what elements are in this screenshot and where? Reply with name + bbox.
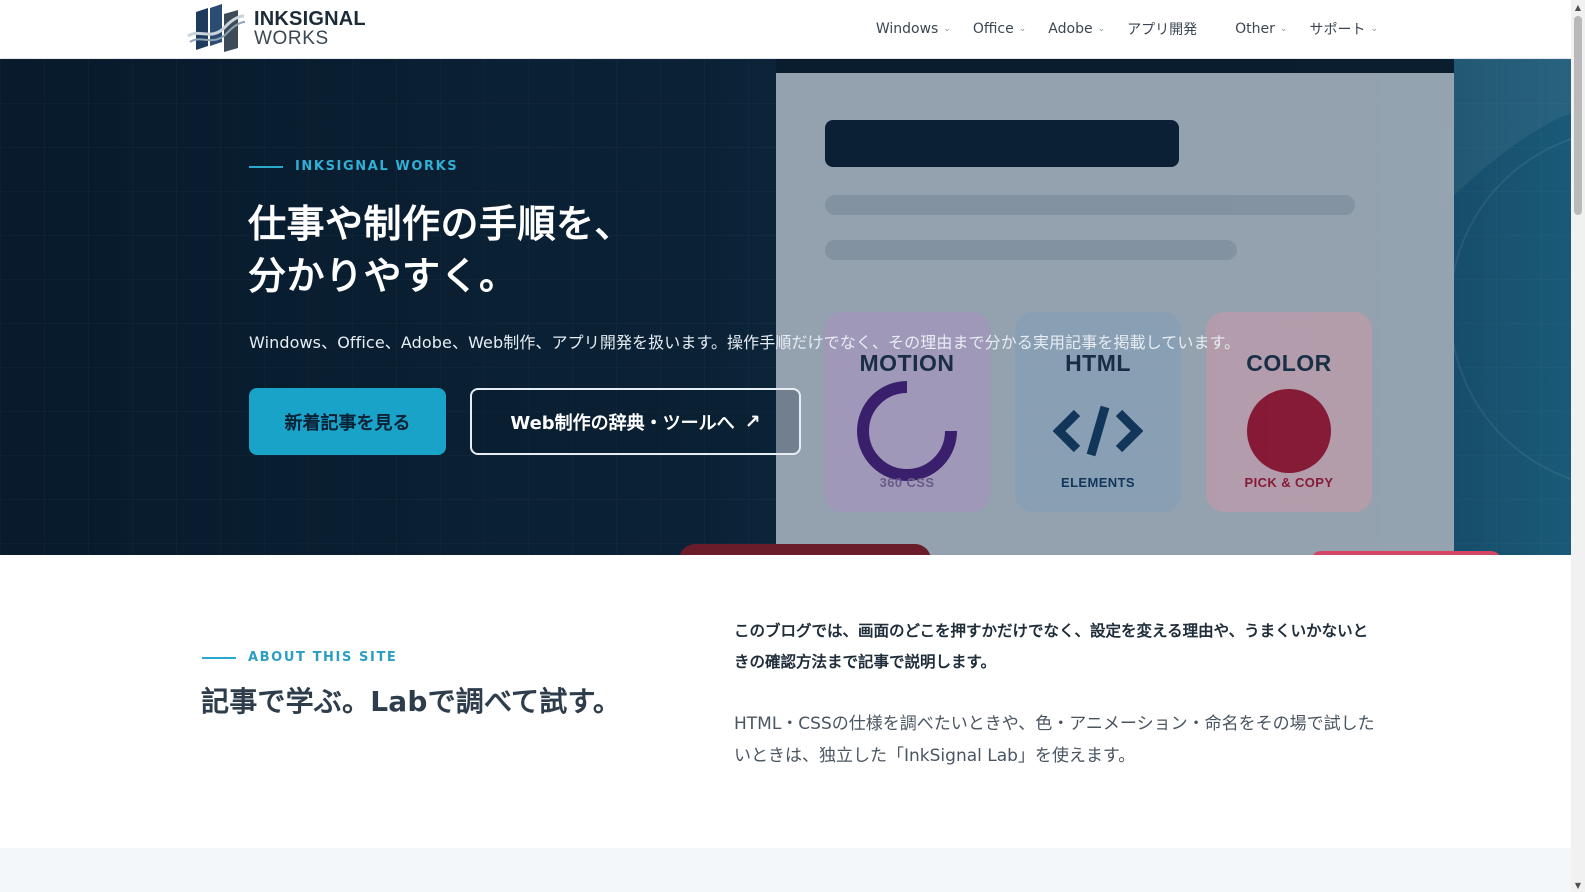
- nav-item-support[interactable]: サポート ⌄: [1298, 17, 1389, 41]
- card-subtitle: PICK & COPY: [1244, 475, 1334, 490]
- latest-articles-button[interactable]: 新着記事を見る: [249, 388, 446, 455]
- hero-eyebrow: INKSIGNAL WORKS: [249, 159, 458, 174]
- scroll-up-arrow-icon[interactable]: ▲: [1571, 0, 1585, 14]
- nav-item-windows[interactable]: Windows ⌄: [865, 17, 962, 41]
- mockup-line: [825, 195, 1355, 215]
- mockup-topbar: [776, 59, 1454, 73]
- hero-decorative-tab: [679, 544, 931, 555]
- logo-wordmark-bottom: WORKS: [254, 28, 329, 49]
- hero-mockup-panel: MOTION 360 CSS HTML ELEMENTS COLOR PICK …: [776, 59, 1454, 555]
- web-dictionary-tools-button[interactable]: Web制作の辞典・ツールへ ↗: [470, 388, 801, 455]
- color-dot-icon: [1247, 389, 1331, 473]
- hero-description: Windows、Office、Adobe、Web制作、アプリ開発を扱います。操作…: [249, 333, 1241, 352]
- spinner-icon: [857, 381, 957, 481]
- site-header: INKSIGNAL WORKS Windows ⌄ Office ⌄ Adobe ⌄ …: [0, 0, 1571, 59]
- card-subtitle: 360 CSS: [879, 475, 935, 490]
- mockup-header-bar: [825, 120, 1179, 167]
- about-title: 記事で学ぶ。Labで調べて試す。: [201, 685, 622, 718]
- card-title: COLOR: [1246, 350, 1332, 376]
- card-title: MOTION: [859, 350, 955, 376]
- eyebrow-line: [202, 656, 236, 659]
- card-title: HTML: [1065, 350, 1131, 376]
- hero-decorative-arc: [1440, 59, 1571, 555]
- nav-item-other[interactable]: Other ⌄: [1224, 17, 1298, 41]
- chevron-down-icon: ⌄: [1018, 24, 1027, 34]
- chevron-down-icon: ⌄: [943, 24, 951, 34]
- hero-section: MOTION 360 CSS HTML ELEMENTS COLOR PICK …: [0, 59, 1571, 555]
- chevron-down-icon: ⌄: [1370, 24, 1378, 34]
- about-lead: このブログでは、画面のどこを押すかだけでなく、設定を変える理由や、うまくいかない…: [734, 622, 1369, 671]
- external-link-icon: ↗: [744, 410, 761, 433]
- about-body: HTML・CSSの仕様を調べたいときや、色・アニメーション・命名をその場で試した…: [734, 714, 1375, 766]
- nav-item-office[interactable]: Office ⌄: [962, 17, 1037, 41]
- chevron-down-icon: ⌄: [1097, 24, 1106, 34]
- hero-title: 仕事や制作の手順を、 分かりやすく。: [248, 202, 634, 298]
- about-eyebrow: ABOUT THIS SITE: [202, 650, 397, 665]
- site-logo[interactable]: INKSIGNAL WORKS: [186, 2, 366, 56]
- about-section: ABOUT THIS SITE 記事で学ぶ。Labで調べて試す。 このブログでは…: [0, 555, 1571, 848]
- card-subtitle: ELEMENTS: [1061, 475, 1135, 490]
- nav-item-app-dev[interactable]: アプリ開発: [1116, 17, 1208, 41]
- eyebrow-line: [249, 165, 283, 168]
- scroll-down-arrow-icon[interactable]: ▼: [1571, 878, 1585, 892]
- scrollbar-thumb[interactable]: [1574, 16, 1582, 215]
- logo-mark-icon: [187, 4, 246, 52]
- code-icon: [1053, 405, 1143, 457]
- main-nav: Windows ⌄ Office ⌄ Adobe ⌄ アプリ開発 Other ⌄ サポー…: [865, 17, 1389, 41]
- chevron-down-icon: ⌄: [1279, 24, 1288, 34]
- logo-wordmark-top: INKSIGNAL: [254, 8, 366, 30]
- page-scrollbar[interactable]: ▲ ▼: [1571, 0, 1585, 892]
- nav-item-adobe[interactable]: Adobe ⌄: [1037, 17, 1116, 41]
- next-section-band: [0, 848, 1571, 892]
- mockup-line: [825, 240, 1237, 260]
